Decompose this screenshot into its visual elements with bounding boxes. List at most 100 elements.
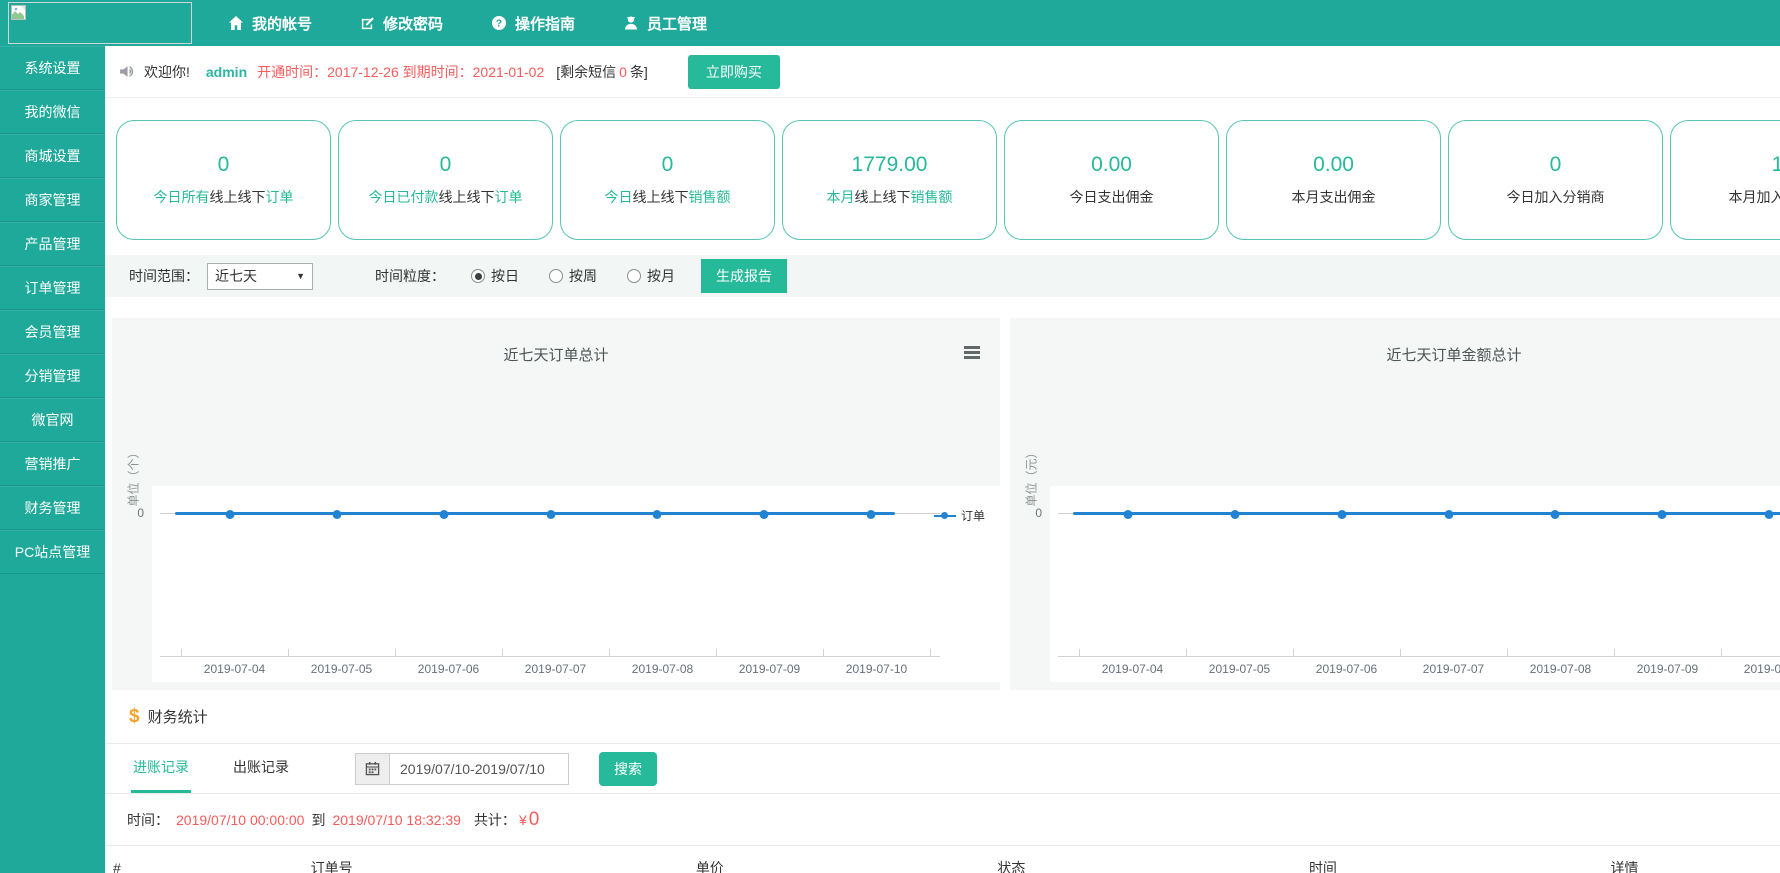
stat-card-label-part: 销售额 (689, 189, 731, 205)
sidebar-item-label: 财务管理 (25, 498, 81, 518)
granularity-option-1[interactable]: 按日 (471, 266, 519, 286)
stat-card-label: 本月加入分销商 (1729, 187, 1780, 207)
sidebar-item-7[interactable]: 会员管理 (0, 310, 105, 354)
chart-x-axis-label: 2019-07-05 (288, 662, 395, 676)
stat-card-label-part: 本月加入分销商 (1729, 189, 1780, 205)
table-header-5: 时间 (1301, 846, 1603, 873)
sidebar-item-1[interactable]: 系统设置 (0, 46, 105, 90)
stat-card-label-part: 线上线下 (439, 189, 495, 205)
svg-text:?: ? (496, 18, 502, 30)
nav-item-3[interactable]: ?操作指南 (491, 13, 575, 34)
tab-expense-records[interactable]: 出账记录 (231, 744, 291, 793)
chart-x-axis-tick (288, 649, 289, 656)
stat-card-value: 0 (218, 153, 230, 177)
sidebar-item-2[interactable]: 我的微信 (0, 90, 105, 134)
sidebar-item-label: 我的微信 (25, 102, 81, 122)
stat-card-label-part: 今日支出佣金 (1070, 189, 1154, 205)
sidebar-item-8[interactable]: 分销管理 (0, 354, 105, 398)
nav-item-2[interactable]: 修改密码 (360, 13, 443, 34)
chart-x-axis-tick (930, 649, 931, 656)
sidebar-item-5[interactable]: 产品管理 (0, 222, 105, 266)
stat-card-value: 1779.00 (852, 153, 928, 177)
chart-x-axis-label: 2019-07-04 (1079, 662, 1186, 676)
chart-panel-1: 近七天订单总计单位（个）0订单2019-07-042019-07-052019-… (112, 318, 1000, 690)
charts-row: 近七天订单总计单位（个）0订单2019-07-042019-07-052019-… (112, 318, 1780, 690)
chart-x-axis-label: 2019-07-06 (1293, 662, 1400, 676)
chart-legend[interactable]: 订单 (934, 507, 985, 524)
nav-item-1[interactable]: 我的帐号 (228, 13, 312, 34)
stat-card-2: 0今日已付款线上线下订单 (338, 120, 553, 240)
chart-data-point (1124, 510, 1133, 519)
chart-x-axis-label: 2019-07-07 (502, 662, 609, 676)
dollar-icon: $ (129, 706, 140, 728)
sidebar-item-label: 微官网 (32, 410, 74, 430)
dashboard-page: 我的帐号修改密码?操作指南员工管理 系统设置我的微信商城设置商家管理产品管理订单… (0, 0, 1780, 873)
radio-label: 按周 (569, 266, 597, 286)
stat-card-label: 本月线上线下销售额 (827, 187, 953, 207)
staff-icon (623, 15, 639, 31)
chart-data-line (175, 512, 895, 515)
sidebar-item-label: 分销管理 (25, 366, 81, 386)
stat-card-label-part: 今日已付款 (369, 189, 439, 205)
chart-x-axis-label: 2019-07-10 (823, 662, 930, 676)
radio-label: 按月 (647, 266, 675, 286)
chart-x-axis-label: 2019-07-10 (1721, 662, 1780, 676)
granularity-option-2[interactable]: 按周 (549, 266, 597, 286)
date-range-input[interactable] (390, 754, 568, 784)
summary-from: 2019/07/10 00:00:00 (176, 812, 304, 828)
chart-x-axis-label: 2019-07-08 (1507, 662, 1614, 676)
radio-label: 按日 (491, 266, 519, 286)
stat-card-label: 今日所有线上线下订单 (154, 187, 294, 207)
finance-tabs-row: 进账记录出账记录 搜索 (105, 744, 1780, 794)
stat-card-label: 今日线上线下销售额 (605, 187, 731, 207)
sidebar-item-6[interactable]: 订单管理 (0, 266, 105, 310)
summary-total-value: 0 (529, 809, 540, 831)
chart-x-axis-tick (1721, 649, 1722, 656)
summary-label: 时间： (127, 810, 169, 830)
sidebar-item-9[interactable]: 微官网 (0, 398, 105, 442)
sidebar-item-label: PC站点管理 (15, 542, 90, 562)
edit-icon (360, 16, 375, 31)
finance-summary: 时间： 2019/07/10 00:00:00 到 2019/07/10 18:… (105, 794, 1780, 845)
table-header-2: 订单号 (303, 846, 688, 873)
nav-item-4[interactable]: 员工管理 (623, 13, 707, 34)
search-button[interactable]: 搜索 (599, 752, 657, 786)
chart-data-point (1230, 510, 1239, 519)
table-header-1: # (105, 846, 303, 873)
nav-item-label: 员工管理 (647, 13, 707, 34)
sidebar-item-10[interactable]: 营销推广 (0, 442, 105, 486)
chart-x-axis-tick (1400, 649, 1401, 656)
stat-card-label: 本月支出佣金 (1292, 187, 1376, 207)
sidebar-item-4[interactable]: 商家管理 (0, 178, 105, 222)
time-range-select[interactable]: 近七天 ▼ (207, 263, 313, 290)
welcome-bar: 欢迎你! admin 开通时间：2017-12-26 到期时间：2021-01-… (105, 46, 1780, 98)
buy-now-button[interactable]: 立即购买 (688, 55, 780, 89)
chart-title: 近七天订单总计 (112, 344, 1000, 365)
sms-count: 0 (616, 64, 630, 80)
stat-card-label: 今日已付款线上线下订单 (369, 187, 523, 207)
chart-x-axis-label: 2019-07-04 (181, 662, 288, 676)
chart-data-point (1658, 510, 1667, 519)
logo[interactable] (8, 2, 192, 44)
chart-x-axis-tick (823, 649, 824, 656)
records-table: #订单号单价状态时间详情 (105, 845, 1780, 873)
chart-y-axis-zero-tick: 0 (1028, 506, 1042, 520)
account-period: 开通时间：2017-12-26 到期时间：2021-01-02 (257, 62, 544, 82)
username: admin (206, 64, 247, 80)
stat-card-label-part: 销售额 (911, 189, 953, 205)
tab-income-records[interactable]: 进账记录 (131, 744, 191, 793)
chart-x-axis-tick (1186, 649, 1187, 656)
sidebar-item-3[interactable]: 商城设置 (0, 134, 105, 178)
generate-report-button[interactable]: 生成报告 (701, 259, 787, 293)
calendar-icon[interactable] (356, 754, 390, 784)
sidebar-item-12[interactable]: PC站点管理 (0, 530, 105, 574)
chart-x-axis-line (160, 656, 940, 657)
chart-x-axis-label: 2019-07-08 (609, 662, 716, 676)
stat-card-label-part: 线上线下 (210, 189, 266, 205)
sidebar-item-11[interactable]: 财务管理 (0, 486, 105, 530)
granularity-option-3[interactable]: 按月 (627, 266, 675, 286)
chart-x-axis-tick (395, 649, 396, 656)
summary-total-label: 共计： (474, 810, 516, 830)
table-header-6: 详情 (1602, 846, 1780, 873)
chart-toolbox-menu-icon[interactable] (964, 346, 980, 361)
